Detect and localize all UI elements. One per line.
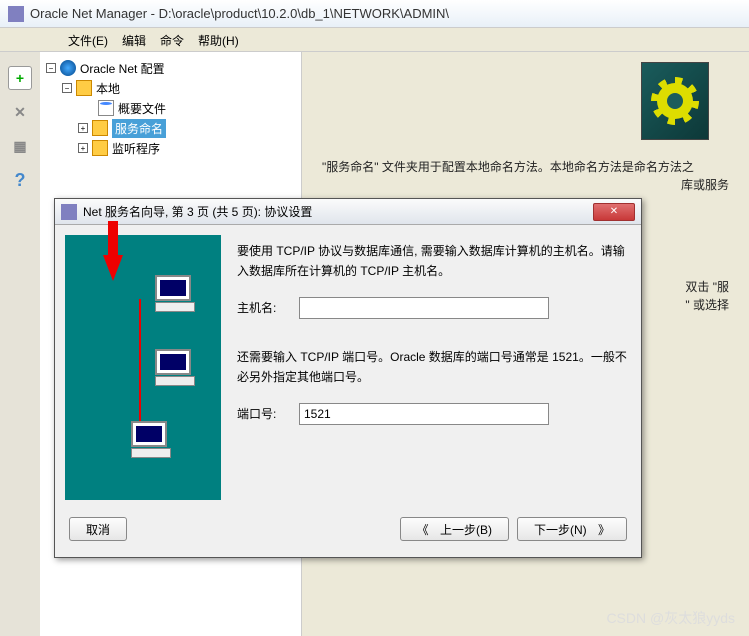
tree-profile-label: 概要文件 xyxy=(118,100,166,117)
tree-toggle-icon[interactable]: − xyxy=(62,83,72,93)
gear-icon xyxy=(657,83,693,119)
wizard-titlebar[interactable]: Net 服务名向导, 第 3 页 (共 5 页): 协议设置 ✕ xyxy=(55,199,641,225)
tree-listener[interactable]: + 监听程序 xyxy=(46,138,295,158)
sidebar: + ✕ ▦ ? xyxy=(0,52,40,636)
help-button[interactable]: ? xyxy=(8,168,32,192)
cancel-button[interactable]: 取消 xyxy=(69,517,127,541)
description-text: "服务命名" 文件夹用于配置本地命名方法。本地命名方法是命名方法之 库或服务 xyxy=(322,158,729,194)
add-button[interactable]: + xyxy=(8,66,32,90)
menu-help[interactable]: 帮助(H) xyxy=(198,32,239,47)
host-row: 主机名: xyxy=(237,297,627,319)
host-label: 主机名: xyxy=(237,298,299,318)
computer-icon xyxy=(155,275,197,315)
globe-icon xyxy=(60,60,76,76)
wizard-form: 要使用 TCP/IP 协议与数据库通信, 需要输入数据库计算机的主机名。请输入数… xyxy=(233,235,631,500)
tree-root-label: Oracle Net 配置 xyxy=(80,60,165,77)
host-input[interactable] xyxy=(299,297,549,319)
wizard-icon xyxy=(61,204,77,220)
tree-local-label: 本地 xyxy=(96,80,120,97)
port-label: 端口号: xyxy=(237,404,299,424)
instruction-text-2: 还需要输入 TCP/IP 端口号。Oracle 数据库的端口号通常是 1521。… xyxy=(237,347,627,387)
tree-listener-label: 监听程序 xyxy=(112,140,160,157)
wizard-illustration xyxy=(65,235,221,500)
port-row: 端口号: xyxy=(237,403,627,425)
folder-icon xyxy=(92,120,108,136)
computer-icon xyxy=(155,349,197,389)
hint-text: 双击 "服 " 或选择 xyxy=(685,278,729,314)
tree-profile[interactable]: 概要文件 xyxy=(46,98,295,118)
back-button[interactable]: 《 上一步(B) xyxy=(400,517,509,541)
folder-icon xyxy=(92,140,108,156)
titlebar-text: Oracle Net Manager - D:\oracle\product\1… xyxy=(30,6,449,21)
close-button[interactable]: ✕ xyxy=(593,203,635,221)
chevron-left-icon: 《 xyxy=(417,521,429,538)
titlebar: Oracle Net Manager - D:\oracle\product\1… xyxy=(0,0,749,28)
next-button[interactable]: 下一步(N) 》 xyxy=(517,517,627,541)
tree-root[interactable]: − Oracle Net 配置 xyxy=(46,58,295,78)
instruction-text-1: 要使用 TCP/IP 协议与数据库通信, 需要输入数据库计算机的主机名。请输入数… xyxy=(237,241,627,281)
app-icon xyxy=(8,6,24,22)
tree-service-label: 服务命名 xyxy=(112,119,166,138)
menu-cmd[interactable]: 命令 xyxy=(160,32,184,47)
tree-toggle-icon[interactable]: + xyxy=(78,143,88,153)
tree-toggle-icon[interactable]: + xyxy=(78,123,88,133)
delete-button[interactable]: ✕ xyxy=(8,100,32,124)
document-icon xyxy=(98,100,114,116)
wizard-title-text: Net 服务名向导, 第 3 页 (共 5 页): 协议设置 xyxy=(83,203,312,220)
wizard-buttons: 取消 《 上一步(B) 下一步(N) 》 xyxy=(55,510,641,548)
tree-service[interactable]: + 服务命名 xyxy=(46,118,295,138)
computer-icon xyxy=(131,421,173,461)
port-input[interactable] xyxy=(299,403,549,425)
tree-local[interactable]: − 本地 xyxy=(46,78,295,98)
watermark: CSDN @灰太狼yyds xyxy=(606,608,735,628)
wizard-body: 要使用 TCP/IP 协议与数据库通信, 需要输入数据库计算机的主机名。请输入数… xyxy=(55,225,641,510)
wizard-dialog: Net 服务名向导, 第 3 页 (共 5 页): 协议设置 ✕ 要使用 TCP… xyxy=(54,198,642,558)
menubar: 文件(E) 编辑 命令 帮助(H) xyxy=(0,28,749,52)
folder-icon xyxy=(76,80,92,96)
menu-edit[interactable]: 编辑 xyxy=(122,32,146,47)
arrow-icon xyxy=(103,255,123,281)
decorative-image xyxy=(641,62,709,140)
menu-file[interactable]: 文件(E) xyxy=(68,32,108,47)
chevron-right-icon: 》 xyxy=(598,521,610,538)
doc-button[interactable]: ▦ xyxy=(8,134,32,158)
tree-toggle-icon[interactable]: − xyxy=(46,63,56,73)
